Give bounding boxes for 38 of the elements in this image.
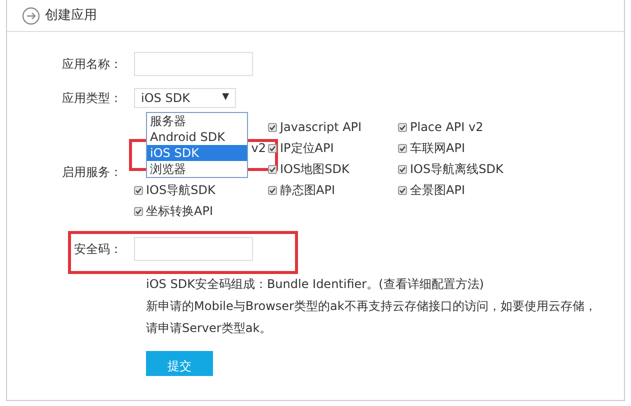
checkbox-label: Place API v2 bbox=[410, 119, 484, 136]
checkbox-label: IOS地图SDK bbox=[280, 161, 350, 178]
checkbox[interactable] bbox=[134, 186, 143, 194]
checkbox[interactable] bbox=[134, 206, 143, 216]
field-label: 应用类型： bbox=[61, 90, 123, 107]
checkbox[interactable] bbox=[268, 164, 277, 174]
config-link[interactable]: (查看详细配置方法) bbox=[378, 277, 484, 291]
checkbox-label: 坐标转换API bbox=[146, 203, 213, 220]
dropdown-option[interactable]: iOS SDK bbox=[147, 145, 247, 161]
checkbox-label: v2 bbox=[251, 140, 266, 157]
help-text: 请申请Server类型ak。 bbox=[146, 321, 272, 335]
arrow-circle-icon bbox=[22, 6, 40, 24]
checkbox-label: IP定位API bbox=[280, 140, 334, 157]
checkbox-label: 静态图API bbox=[280, 182, 335, 199]
checkbox-label: 全景图API bbox=[410, 182, 465, 199]
help-text: iOS SDK安全码组成：Bundle Identifier。 bbox=[146, 277, 379, 291]
field-label: 启用服务： bbox=[61, 164, 123, 181]
dropdown-option[interactable]: Android SDK bbox=[147, 129, 247, 145]
checkbox[interactable] bbox=[268, 122, 277, 132]
help-text: 新申请的Mobile与Browser类型的ak不再支持云存储接口的访问，如要使用云存储， bbox=[146, 299, 596, 313]
checkbox[interactable] bbox=[398, 186, 407, 194]
dropdown-option[interactable]: 浏览器 bbox=[147, 161, 247, 177]
input-field[interactable] bbox=[134, 52, 253, 76]
checkbox[interactable] bbox=[268, 186, 277, 194]
checkbox-label: IOS导航SDK bbox=[146, 182, 216, 199]
dropdown-option[interactable]: 服务器 bbox=[147, 113, 247, 129]
field-label: 应用名称： bbox=[61, 56, 123, 73]
checkbox-label: 车联网API bbox=[410, 140, 465, 157]
checkbox[interactable] bbox=[398, 144, 407, 152]
select-field[interactable]: iOS SDK ▼ bbox=[134, 88, 236, 108]
checkbox[interactable] bbox=[398, 122, 407, 132]
section-title: 创建应用 bbox=[45, 6, 97, 25]
input-field[interactable] bbox=[134, 237, 253, 261]
checkbox-label: IOS导航离线SDK bbox=[410, 161, 504, 178]
field-label: 安全码： bbox=[73, 241, 123, 258]
checkbox-label: Javascript API bbox=[280, 119, 362, 136]
checkbox[interactable] bbox=[398, 164, 407, 174]
checkbox[interactable] bbox=[268, 144, 277, 152]
